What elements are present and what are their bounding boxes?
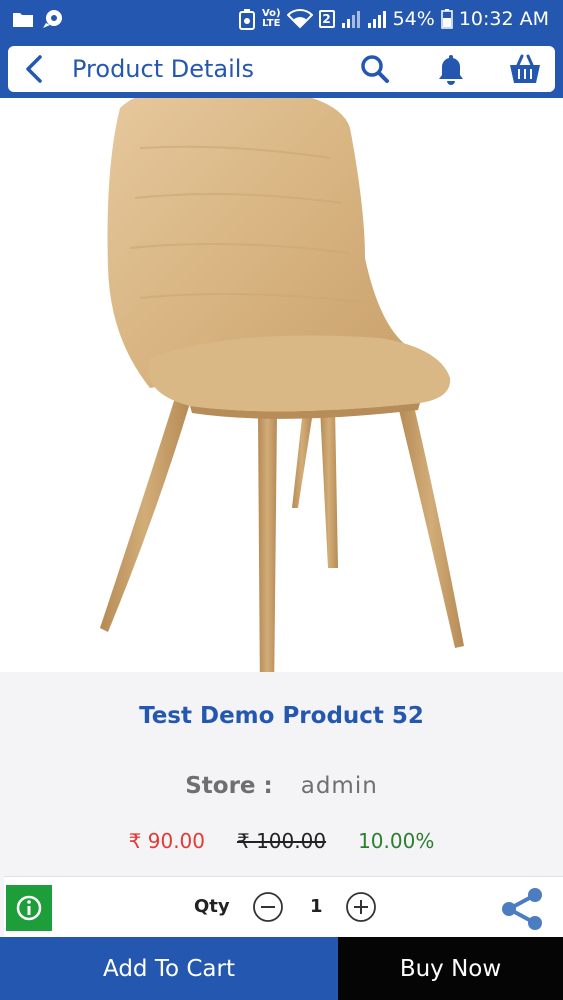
- price-row: ₹ 90.00 ₹ 100.00 10.00%: [0, 829, 563, 853]
- info-icon: [16, 895, 42, 921]
- clock: 10:32 AM: [458, 8, 549, 30]
- wifi-icon: [286, 9, 313, 29]
- recycle-icon: [238, 8, 256, 30]
- bell-icon: [439, 55, 463, 85]
- product-image: [100, 98, 464, 672]
- search-icon: [361, 55, 389, 83]
- shopping-basket-icon: [510, 54, 540, 83]
- add-to-cart-button[interactable]: Add To Cart: [0, 937, 338, 1000]
- status-right: Vo) LTE 2 54% 10:32 AM: [238, 8, 549, 30]
- info-button[interactable]: [6, 885, 52, 931]
- search-button[interactable]: [358, 52, 392, 86]
- original-price: ₹ 100.00: [237, 829, 327, 853]
- back-arrow-icon: [26, 55, 42, 83]
- qty-increment-button[interactable]: [345, 891, 377, 923]
- notifications-button[interactable]: [434, 52, 468, 86]
- product-image-carousel[interactable]: [0, 98, 563, 672]
- status-bar: Vo) LTE 2 54% 10:32 AM: [0, 0, 563, 38]
- share-icon: [502, 888, 542, 930]
- chat-bubble-icon: [42, 9, 64, 29]
- quantity-bar: Qty 1: [4, 876, 563, 937]
- signal-icon: [341, 9, 361, 29]
- battery-percent: 54%: [392, 8, 435, 30]
- app-header: Product Details: [0, 38, 563, 98]
- share-button[interactable]: [500, 887, 544, 931]
- buy-now-button[interactable]: Buy Now: [338, 937, 563, 1000]
- qty-value: 1: [310, 896, 323, 917]
- bottom-action-bar: Add To Cart Buy Now: [0, 937, 563, 1000]
- product-name: Test Demo Product 52: [139, 703, 424, 729]
- qty-label: Qty: [194, 896, 230, 917]
- cart-button[interactable]: [508, 52, 542, 86]
- folder-icon: [12, 10, 34, 28]
- back-button[interactable]: [18, 53, 50, 85]
- battery-icon: [441, 9, 453, 29]
- store-value: admin: [300, 773, 378, 799]
- qty-decrement-button[interactable]: [252, 891, 284, 923]
- header-card: Product Details: [8, 46, 555, 92]
- store-label: Store :: [185, 773, 273, 799]
- sim-badge: 2: [318, 10, 335, 28]
- sale-price: ₹ 90.00: [128, 829, 205, 853]
- volte-indicator: Vo) LTE: [261, 8, 281, 29]
- minus-circle-icon: [253, 892, 283, 922]
- plus-circle-icon: [346, 892, 376, 922]
- page-title: Product Details: [72, 55, 254, 83]
- status-left: [12, 9, 64, 29]
- discount-percent: 10.00%: [358, 829, 435, 853]
- store-row: Store : admin: [0, 773, 563, 799]
- signal-icon-2: [367, 9, 387, 29]
